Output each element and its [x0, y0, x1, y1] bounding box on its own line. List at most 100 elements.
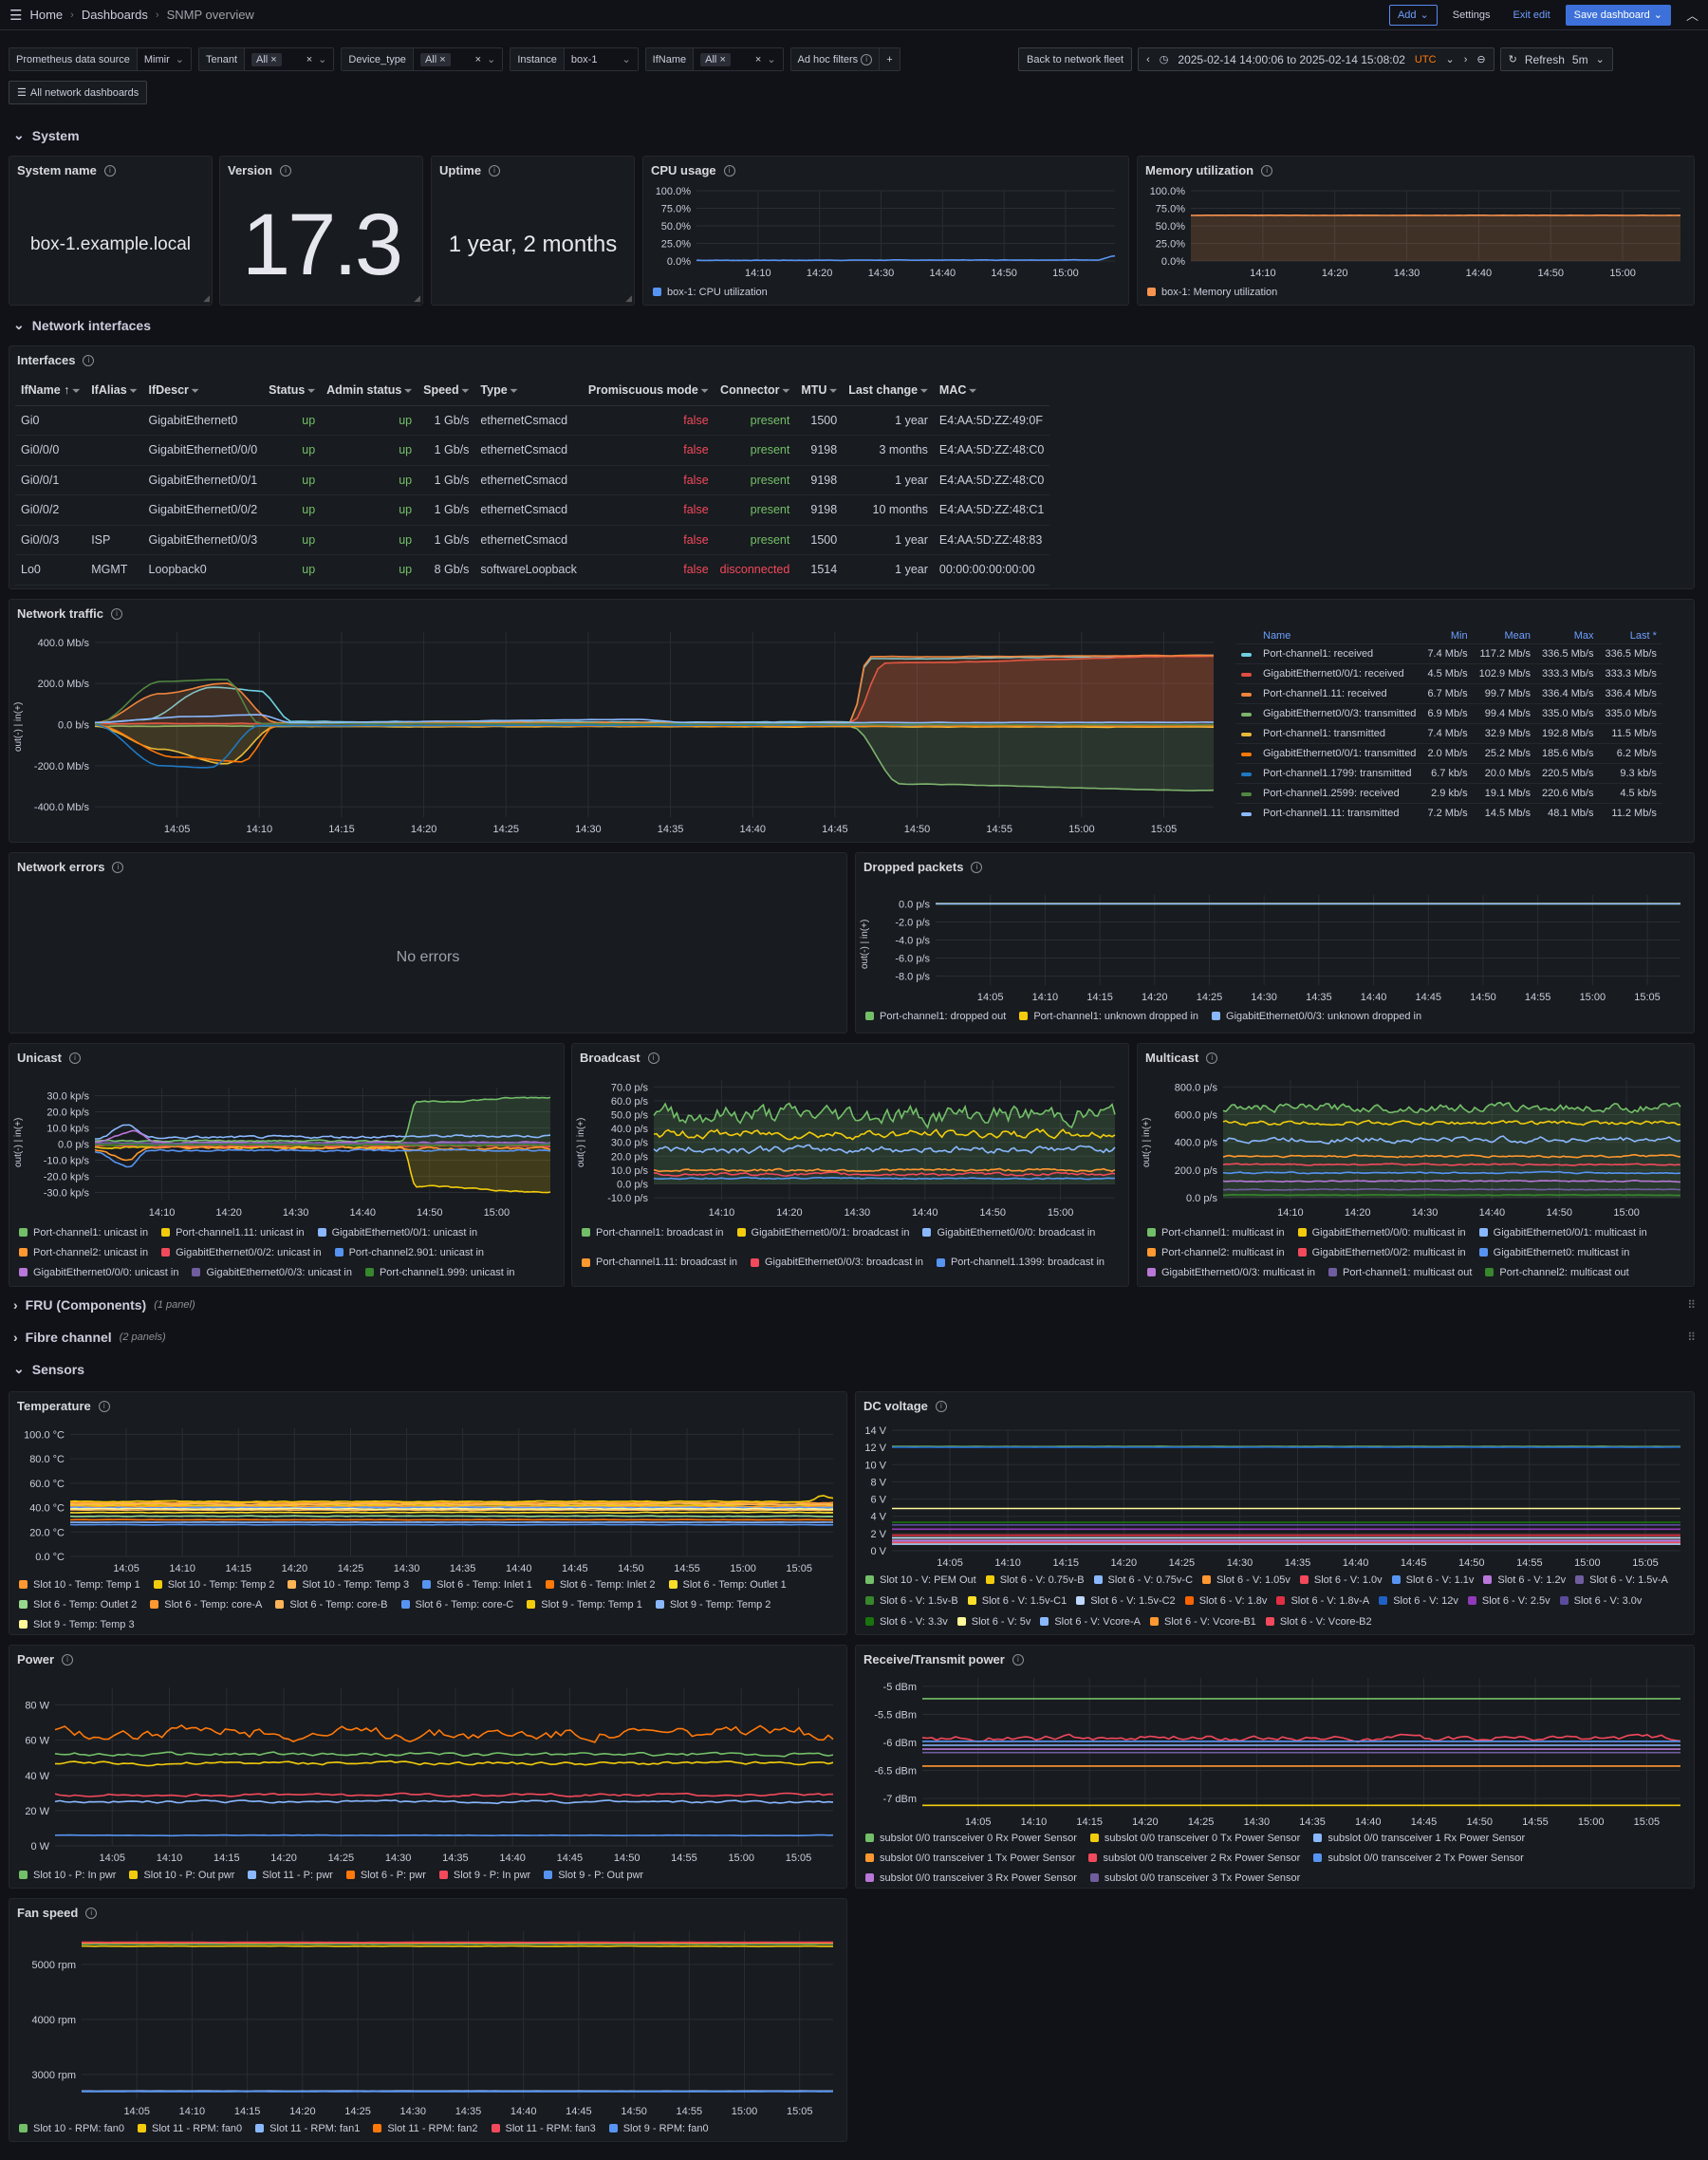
- info-icon[interactable]: i: [1261, 165, 1272, 177]
- save-dashboard-button[interactable]: Save dashboard⌄: [1566, 5, 1671, 26]
- legend-item[interactable]: Port-channel2: unicast in: [19, 1242, 148, 1262]
- column-header[interactable]: Speed ⏷: [418, 375, 474, 405]
- legend-item[interactable]: Slot 6 - Temp: Inlet 2: [546, 1574, 656, 1594]
- legend-item[interactable]: Slot 6 - V: 12v: [1379, 1591, 1458, 1611]
- legend-item[interactable]: Slot 9 - Temp: Temp 2: [656, 1594, 771, 1614]
- legend-item[interactable]: box-1: CPU utilization: [653, 282, 768, 302]
- legend-item[interactable]: subslot 0/0 transceiver 2 Rx Power Senso…: [1088, 1848, 1300, 1868]
- legend-item[interactable]: Slot 10 - Temp: Temp 3: [288, 1574, 409, 1594]
- info-icon[interactable]: i: [1206, 1052, 1217, 1064]
- info-icon[interactable]: i: [99, 1401, 110, 1412]
- info-icon[interactable]: i: [111, 608, 122, 620]
- legend-item[interactable]: Slot 9 - RPM: fan0: [609, 2118, 709, 2138]
- filter-icon[interactable]: ⏷: [69, 386, 80, 397]
- tenant-variable[interactable]: TenantAll ××⌄: [198, 47, 334, 71]
- row-fibre-channel[interactable]: ›Fibre channel(2 panels): [13, 1330, 166, 1345]
- filter-icon[interactable]: ⏷: [966, 386, 976, 397]
- clear-icon[interactable]: ×: [306, 54, 312, 65]
- time-range-picker[interactable]: ‹ ◷ 2025-02-14 14:00:06 to 2025-02-14 15…: [1138, 47, 1494, 71]
- filter-icon[interactable]: ⏷: [780, 386, 790, 397]
- drag-handle-icon[interactable]: ⠿: [1687, 1298, 1695, 1312]
- legend-item[interactable]: Slot 9 - P: In pwr: [439, 1865, 530, 1885]
- filter-icon[interactable]: ⏷: [826, 386, 837, 397]
- legend-item[interactable]: Slot 10 - RPM: fan0: [19, 2118, 124, 2138]
- info-icon[interactable]: i: [280, 165, 291, 177]
- info-icon[interactable]: i: [489, 165, 500, 177]
- row-system[interactable]: ⌄System: [13, 127, 80, 143]
- legend-item[interactable]: subslot 0/0 transceiver 0 Rx Power Senso…: [865, 1828, 1077, 1848]
- resize-handle-icon[interactable]: ◢: [625, 293, 632, 304]
- legend-item[interactable]: Slot 6 - V: 5v: [957, 1611, 1031, 1631]
- legend-item[interactable]: Slot 6 - V: Vcore-B1: [1150, 1611, 1256, 1631]
- legend-item[interactable]: Slot 6 - Temp: Outlet 2: [19, 1594, 137, 1614]
- legend-item[interactable]: Slot 6 - V: 1.5v-C1: [968, 1591, 1067, 1611]
- info-icon[interactable]: i: [112, 862, 123, 873]
- time-forward-icon[interactable]: ›: [1464, 54, 1468, 65]
- filter-icon[interactable]: ⏷: [918, 386, 928, 397]
- info-icon[interactable]: i: [724, 165, 735, 177]
- legend-item[interactable]: subslot 0/0 transceiver 1 Tx Power Senso…: [865, 1848, 1075, 1868]
- column-header[interactable]: IfName ↑ ⏷: [15, 375, 85, 405]
- legend-item[interactable]: GigabitEthernet0/0/0: unicast in: [19, 1262, 178, 1282]
- legend-item[interactable]: Slot 6 - V: 3.0v: [1560, 1591, 1643, 1611]
- legend-item[interactable]: Slot 6 - V: 1.8v: [1185, 1591, 1268, 1611]
- resize-handle-icon[interactable]: ◢: [203, 293, 210, 304]
- column-header[interactable]: Type ⏷: [474, 375, 582, 405]
- legend-item[interactable]: Slot 9 - P: Out pwr: [544, 1865, 643, 1885]
- legend-item[interactable]: Slot 6 - V: 1.0v: [1300, 1570, 1383, 1590]
- filter-icon[interactable]: ⏷: [305, 386, 315, 397]
- legend-column-header[interactable]: Max: [1536, 628, 1599, 643]
- resize-handle-icon[interactable]: ◢: [414, 293, 420, 304]
- legend-item[interactable]: GigabitEthernet0/0/0: broadcast in: [922, 1222, 1095, 1242]
- legend-item[interactable]: Port-channel1.1399: broadcast in: [937, 1253, 1105, 1273]
- filter-icon[interactable]: ⏷: [401, 386, 412, 397]
- legend-item[interactable]: box-1: Memory utilization: [1147, 282, 1277, 302]
- legend-column-header[interactable]: Last *: [1599, 628, 1662, 643]
- legend-item[interactable]: Slot 10 - V: PEM Out: [865, 1570, 976, 1590]
- legend-item[interactable]: GigabitEthernet0/0/1: unicast in: [318, 1222, 477, 1242]
- legend-item[interactable]: Port-channel1: dropped out: [865, 1006, 1006, 1026]
- info-icon[interactable]: i: [936, 1401, 947, 1412]
- drag-handle-icon[interactable]: ⠿: [1687, 1331, 1695, 1344]
- legend-item[interactable]: GigabitEthernet0/0/1: multicast in: [1479, 1222, 1647, 1242]
- legend-item[interactable]: subslot 0/0 transceiver 3 Rx Power Senso…: [865, 1868, 1077, 1888]
- legend-item[interactable]: Slot 6 - Temp: Outlet 1: [669, 1574, 787, 1594]
- filter-icon[interactable]: ⏷: [508, 386, 518, 397]
- legend-row[interactable]: Port-channel1.11: received6.7 Mb/s99.7 M…: [1235, 683, 1662, 703]
- datasource-variable[interactable]: Prometheus data sourceMimir⌄: [9, 47, 192, 71]
- info-icon[interactable]: i: [69, 1052, 81, 1064]
- legend-item[interactable]: subslot 0/0 transceiver 0 Tx Power Senso…: [1090, 1828, 1300, 1848]
- legend-item[interactable]: Port-channel1: multicast out: [1328, 1262, 1472, 1282]
- legend-column-header[interactable]: Min: [1421, 628, 1473, 643]
- legend-row[interactable]: Port-channel1.11: transmitted7.2 Mb/s14.…: [1235, 803, 1662, 823]
- legend-item[interactable]: Slot 6 - V: 1.1v: [1392, 1570, 1475, 1590]
- info-icon[interactable]: i: [83, 355, 94, 366]
- refresh-button[interactable]: ↻Refresh5m⌄: [1500, 47, 1613, 71]
- legend-item[interactable]: subslot 0/0 transceiver 3 Tx Power Senso…: [1090, 1868, 1300, 1888]
- column-header[interactable]: IfAlias ⏷: [85, 375, 142, 405]
- legend-item[interactable]: Slot 6 - Temp: core-C: [401, 1594, 514, 1614]
- legend-item[interactable]: Slot 6 - V: 1.2v: [1483, 1570, 1566, 1590]
- filter-icon[interactable]: ⏷: [459, 386, 470, 397]
- back-to-network-fleet-button[interactable]: Back to network fleet: [1018, 47, 1132, 71]
- legend-column-header[interactable]: Mean: [1474, 628, 1536, 643]
- legend-row[interactable]: GigabitEthernet0/0/1: transmitted2.0 Mb/…: [1235, 743, 1662, 763]
- legend-item[interactable]: GigabitEthernet0/0/0: multicast in: [1298, 1222, 1466, 1242]
- info-icon[interactable]: i: [648, 1052, 659, 1064]
- legend-item[interactable]: Slot 6 - V: 1.8v-A: [1276, 1591, 1369, 1611]
- legend-item[interactable]: subslot 0/0 transceiver 2 Tx Power Senso…: [1313, 1848, 1523, 1868]
- breadcrumb-dashboards[interactable]: Dashboards: [82, 8, 148, 22]
- legend-item[interactable]: Slot 6 - Temp: core-B: [275, 1594, 387, 1614]
- legend-item[interactable]: Port-channel2.901: unicast in: [335, 1242, 484, 1262]
- column-header[interactable]: Admin status ⏷: [321, 375, 418, 405]
- remove-icon[interactable]: ×: [270, 54, 276, 65]
- legend-item[interactable]: Port-channel1: multicast in: [1147, 1222, 1285, 1242]
- legend-item[interactable]: Slot 6 - V: 0.75v-B: [986, 1570, 1085, 1590]
- breadcrumb-home[interactable]: Home: [29, 8, 63, 22]
- legend-item[interactable]: Slot 6 - V: 3.3v: [865, 1611, 948, 1631]
- settings-button[interactable]: Settings: [1445, 5, 1498, 26]
- legend-item[interactable]: Port-channel1.999: unicast in: [365, 1262, 514, 1282]
- legend-item[interactable]: Slot 11 - RPM: fan0: [138, 2118, 242, 2138]
- legend-item[interactable]: Port-channel2: multicast in: [1147, 1242, 1285, 1262]
- legend-item[interactable]: Port-channel1: unicast in: [19, 1222, 148, 1242]
